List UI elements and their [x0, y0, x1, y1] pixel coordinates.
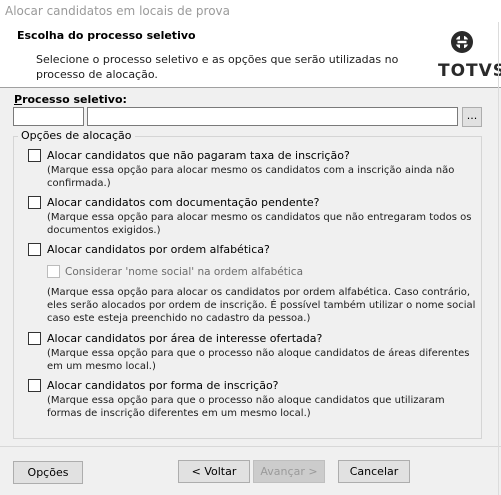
alphabetical-order-checkbox[interactable] — [28, 243, 41, 256]
interest-area-note: (Marque essa opção para que o processo n… — [47, 348, 470, 372]
pending-docs-label[interactable]: Alocar candidatos com documentação pende… — [47, 196, 320, 209]
process-label: Processo seletivo: — [14, 93, 127, 106]
cancel-button[interactable]: Cancelar — [338, 460, 410, 483]
alphabetical-order-label[interactable]: Alocar candidatos por ordem alfabética? — [47, 243, 270, 256]
options-button[interactable]: Opções — [13, 461, 83, 484]
pending-docs-note: (Marque essa opção para alocar mesmo os … — [47, 212, 472, 236]
footer-divider — [0, 446, 501, 447]
window-title: Alocar candidatos em locais de prova — [5, 4, 230, 18]
process-label-text: rocesso seletivo: — [22, 93, 127, 106]
process-lookup-button[interactable]: ... — [462, 107, 482, 127]
unpaid-fee-label[interactable]: Alocar candidatos que não pagaram taxa d… — [47, 149, 350, 162]
registration-form-label[interactable]: Alocar candidatos por forma de inscrição… — [47, 379, 279, 392]
process-description-input[interactable] — [87, 107, 458, 126]
process-code-input[interactable] — [13, 107, 84, 126]
unpaid-fee-checkbox[interactable] — [28, 149, 41, 162]
registration-form-note: (Marque essa opção para que o processo n… — [47, 395, 445, 419]
unpaid-fee-note: (Marque essa opção para alocar mesmo os … — [47, 165, 455, 189]
interest-area-checkbox[interactable] — [28, 332, 41, 345]
allocation-options-title: Opções de alocação — [18, 129, 135, 142]
social-name-label[interactable]: Considerar 'nome social' na ordem alfabé… — [65, 266, 303, 278]
registration-form-checkbox[interactable] — [28, 379, 41, 392]
next-button[interactable]: Avançar > — [253, 460, 325, 483]
brand-logo-text: TOTVS — [438, 61, 501, 81]
back-button[interactable]: < Voltar — [178, 460, 250, 483]
step-title: Escolha do processo seletivo — [17, 29, 196, 42]
pending-docs-checkbox[interactable] — [28, 196, 41, 209]
wizard-header: Escolha do processo seletivo Selecione o… — [0, 22, 501, 88]
step-description: Selecione o processo seletivo e as opçõe… — [36, 53, 399, 81]
social-name-checkbox[interactable] — [47, 265, 60, 278]
process-label-mnemonic: P — [14, 93, 23, 106]
interest-area-label[interactable]: Alocar candidatos por área de interesse … — [47, 332, 322, 345]
title-bar: Alocar candidatos em locais de prova — [0, 0, 501, 23]
alphabetical-order-note: (Marque essa opção para alocar os candid… — [47, 287, 476, 324]
window-right-border — [498, 22, 499, 495]
totvs-logo-icon — [451, 31, 473, 53]
